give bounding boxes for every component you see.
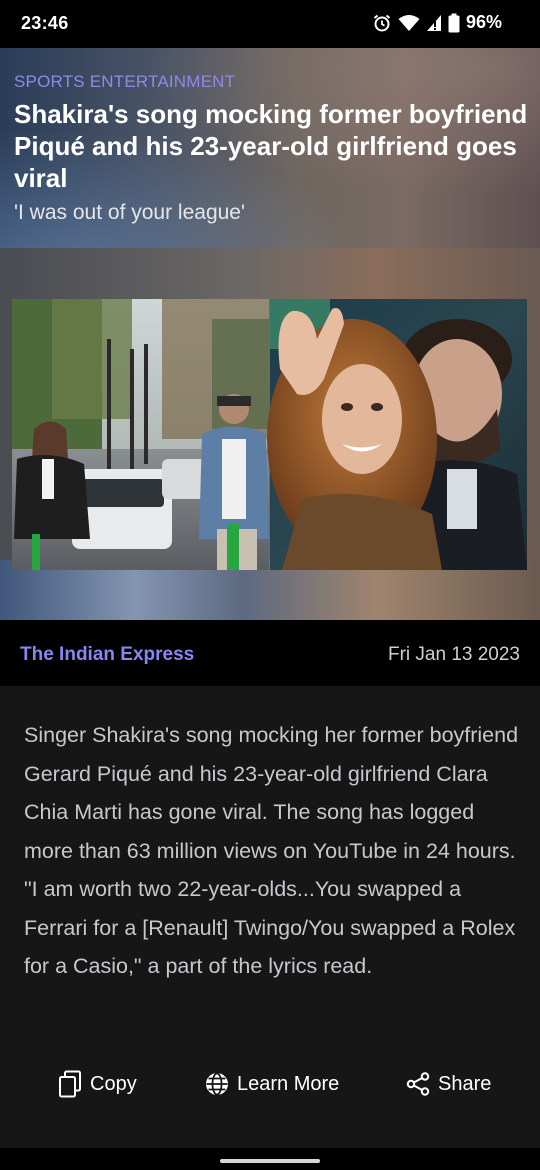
alarm-icon bbox=[373, 14, 391, 31]
copy-label: Copy bbox=[90, 1072, 137, 1095]
share-label: Share bbox=[438, 1072, 492, 1095]
copy-icon bbox=[59, 1070, 81, 1098]
article-header: SPORTS ENTERTAINMENT Shakira's song mock… bbox=[0, 48, 540, 248]
learn-more-button[interactable]: Learn More bbox=[205, 1064, 339, 1104]
battery-percent: 96% bbox=[465, 12, 502, 32]
signal-icon bbox=[426, 14, 441, 31]
article-body: Singer Shakira's song mocking her former… bbox=[24, 723, 519, 978]
action-bar: Copy Learn More Share bbox=[0, 1064, 540, 1104]
article-category: SPORTS ENTERTAINMENT bbox=[14, 72, 236, 91]
battery-icon bbox=[448, 13, 460, 32]
article-source[interactable]: The Indian Express bbox=[20, 644, 194, 666]
share-icon bbox=[406, 1072, 430, 1096]
article-date: Fri Jan 13 2023 bbox=[387, 644, 520, 665]
globe-icon bbox=[206, 1072, 228, 1096]
status-time: 23:46 bbox=[21, 13, 69, 33]
navigation-bar bbox=[0, 1148, 540, 1170]
article-image-area bbox=[0, 248, 540, 620]
status-bar: 23:46 96% bbox=[0, 0, 540, 48]
status-icons: 96% bbox=[372, 12, 502, 33]
article-photo-illustration bbox=[12, 299, 527, 570]
copy-button[interactable]: Copy bbox=[58, 1064, 137, 1104]
learn-more-label: Learn More bbox=[237, 1072, 340, 1095]
home-indicator[interactable] bbox=[220, 1159, 320, 1163]
source-bar: The Indian Express Fri Jan 13 2023 bbox=[0, 620, 540, 686]
article-headline: Shakira's song mocking former boyfriend … bbox=[14, 99, 528, 193]
wifi-icon bbox=[398, 14, 420, 31]
article-subtitle: 'I was out of your league' bbox=[14, 201, 245, 224]
article-photo[interactable] bbox=[12, 299, 527, 570]
share-button[interactable]: Share bbox=[406, 1064, 491, 1104]
